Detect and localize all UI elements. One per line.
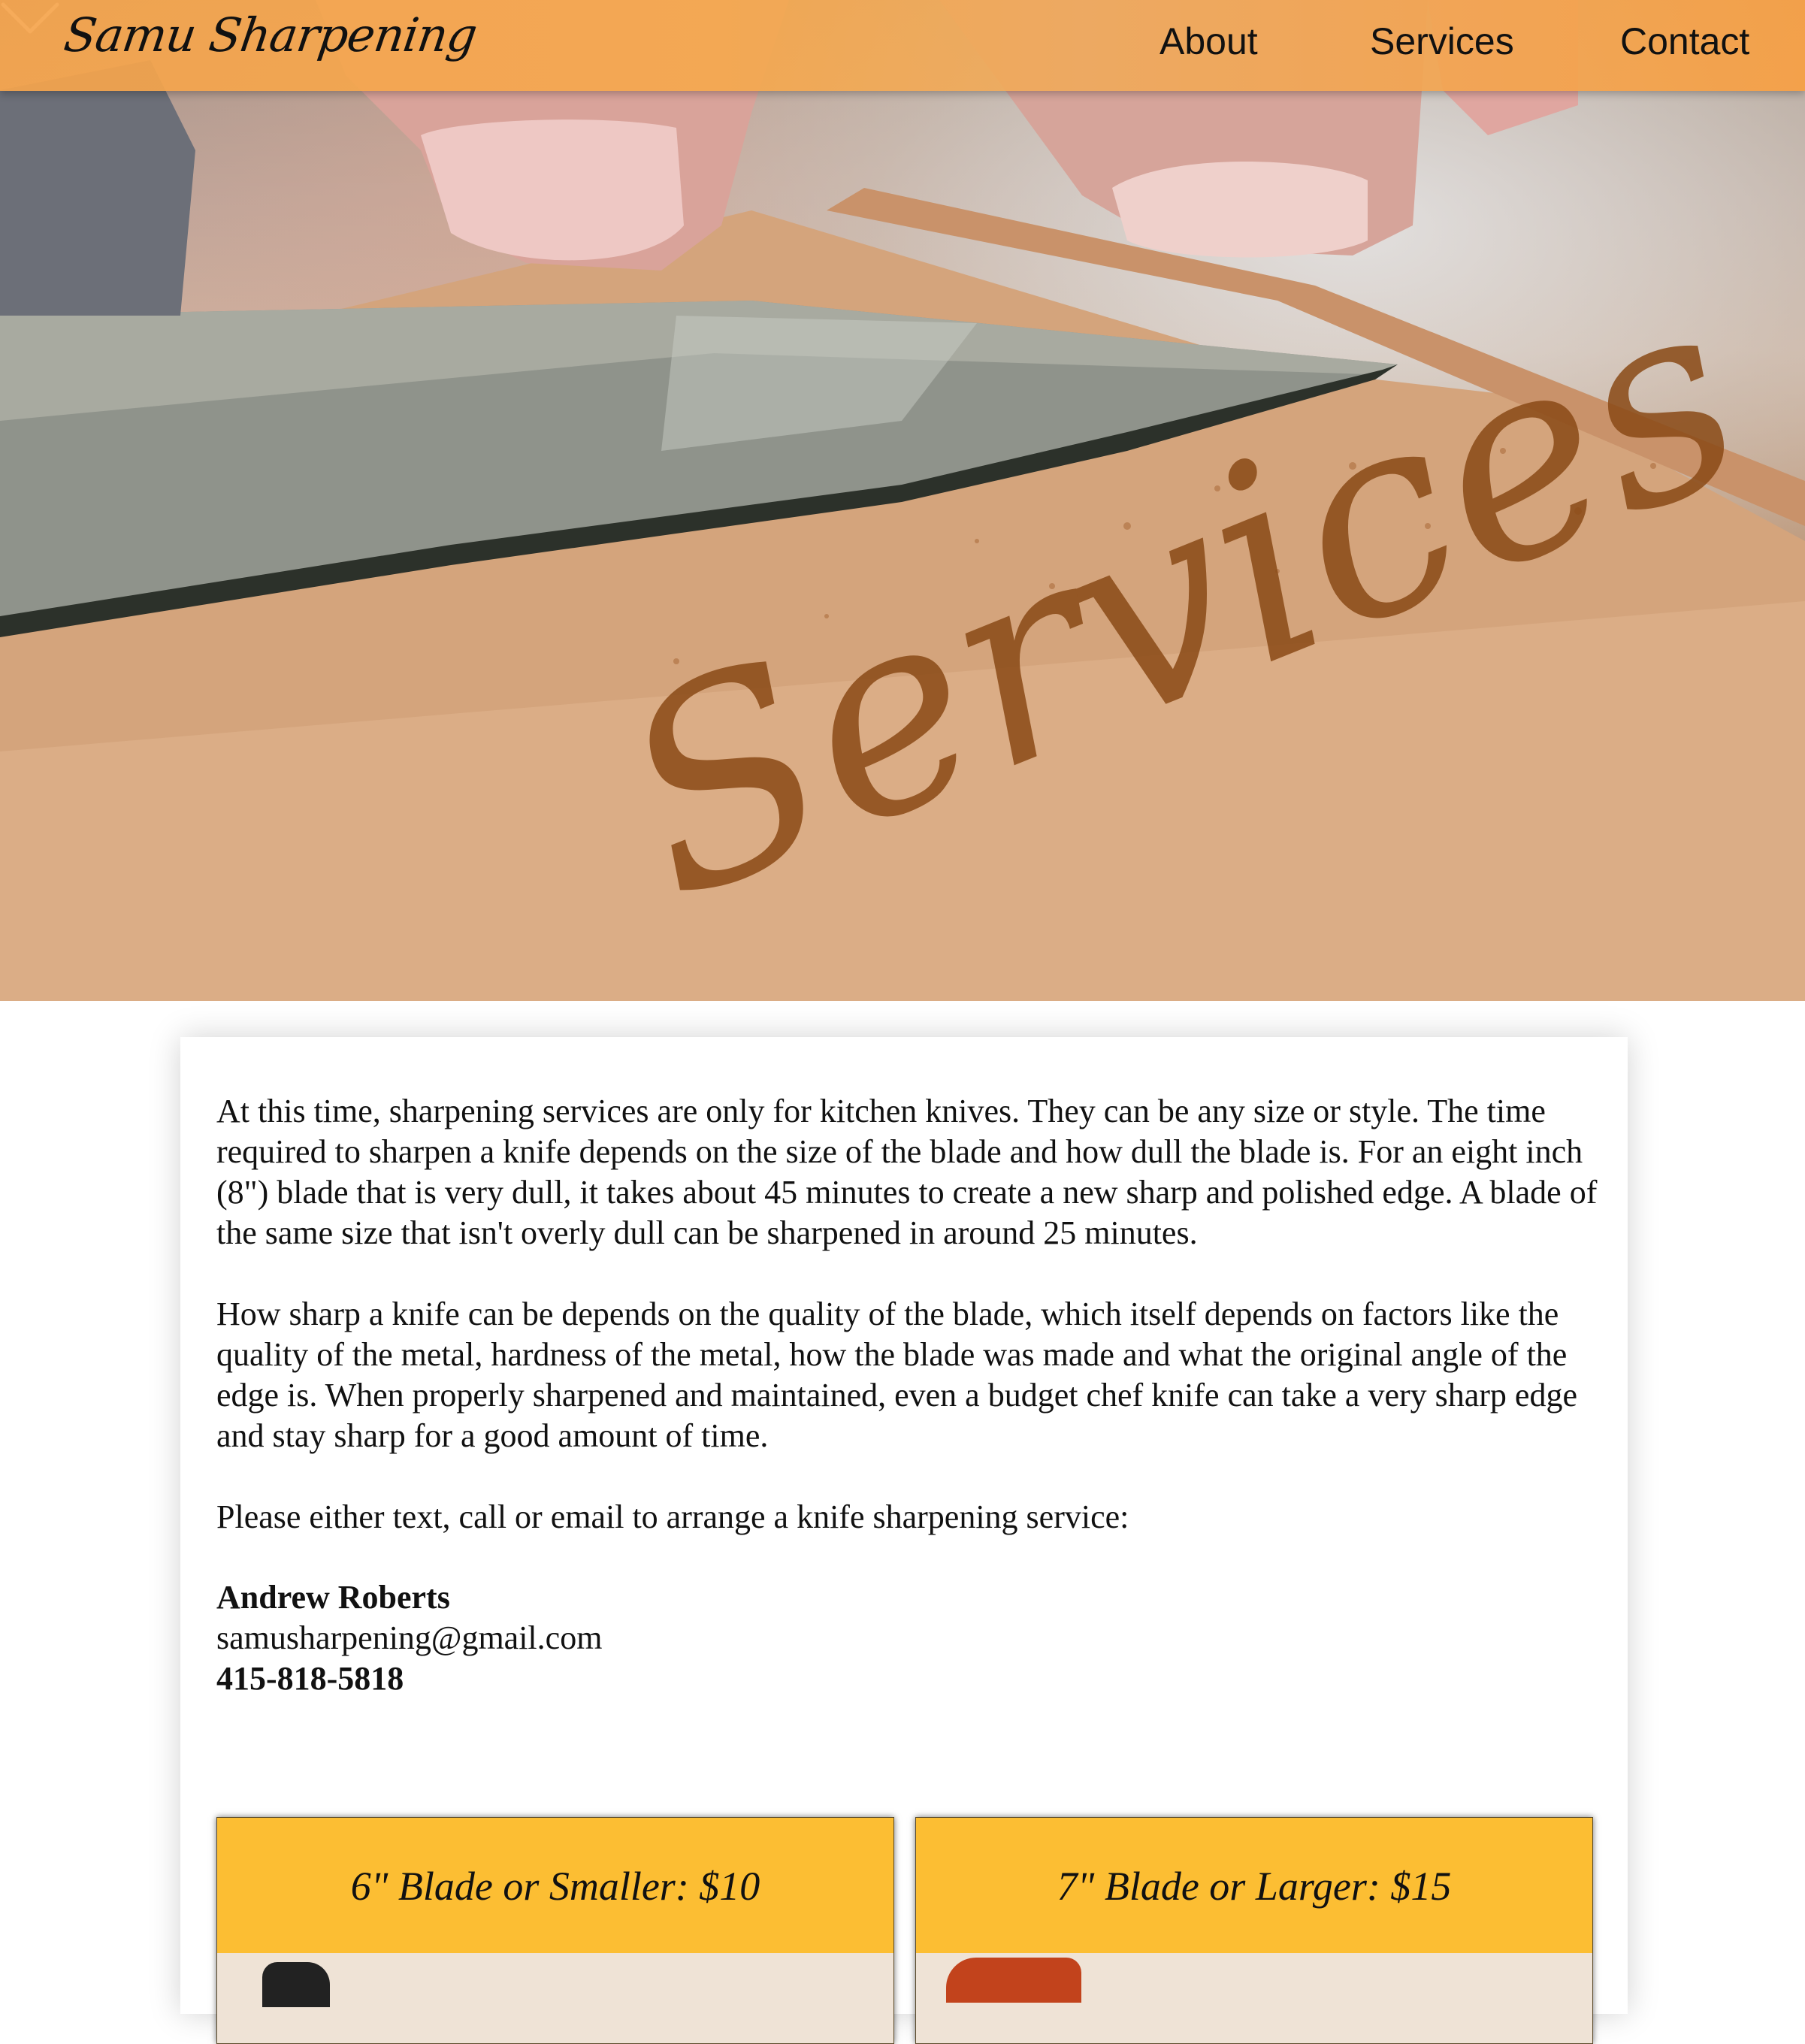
- services-paragraph-1: At this time, sharpening services are on…: [216, 1093, 1598, 1251]
- services-paragraph-3: Please either text, call or email to arr…: [216, 1498, 1129, 1535]
- contact-name: Andrew Roberts: [216, 1579, 450, 1616]
- contact-phone[interactable]: 415-818-5818: [216, 1659, 404, 1698]
- knife-image: [217, 1953, 893, 2043]
- hero-banner: Services: [0, 0, 1805, 1001]
- nav-link-about[interactable]: About: [1159, 20, 1258, 63]
- price-title-small: 6" Blade or Smaller: $10: [350, 1864, 760, 1909]
- knife-image: [916, 1953, 1592, 2043]
- contact-email-link[interactable]: samusharpening@gmail.com: [216, 1619, 602, 1657]
- knife-handle-shape: [262, 1962, 330, 2007]
- knife-handle-shape: [946, 1958, 1081, 2003]
- services-card: At this time, sharpening services are on…: [180, 1037, 1628, 2044]
- brand-logo[interactable]: Samu Sharpening: [61, 8, 480, 62]
- nav-link-services[interactable]: Services: [1370, 20, 1514, 63]
- hero-illustration: Services: [0, 0, 1805, 1001]
- nav-link-contact[interactable]: Contact: [1620, 20, 1749, 63]
- price-card-large: 7" Blade or Larger: $15: [915, 1817, 1593, 2044]
- top-navbar: Samu Sharpening About Services Contact: [0, 0, 1805, 91]
- services-paragraph-2: How sharp a knife can be depends on the …: [216, 1296, 1577, 1454]
- price-title-large: 7" Blade or Larger: $15: [1057, 1864, 1452, 1909]
- price-card-small: 6" Blade or Smaller: $10: [216, 1817, 894, 2044]
